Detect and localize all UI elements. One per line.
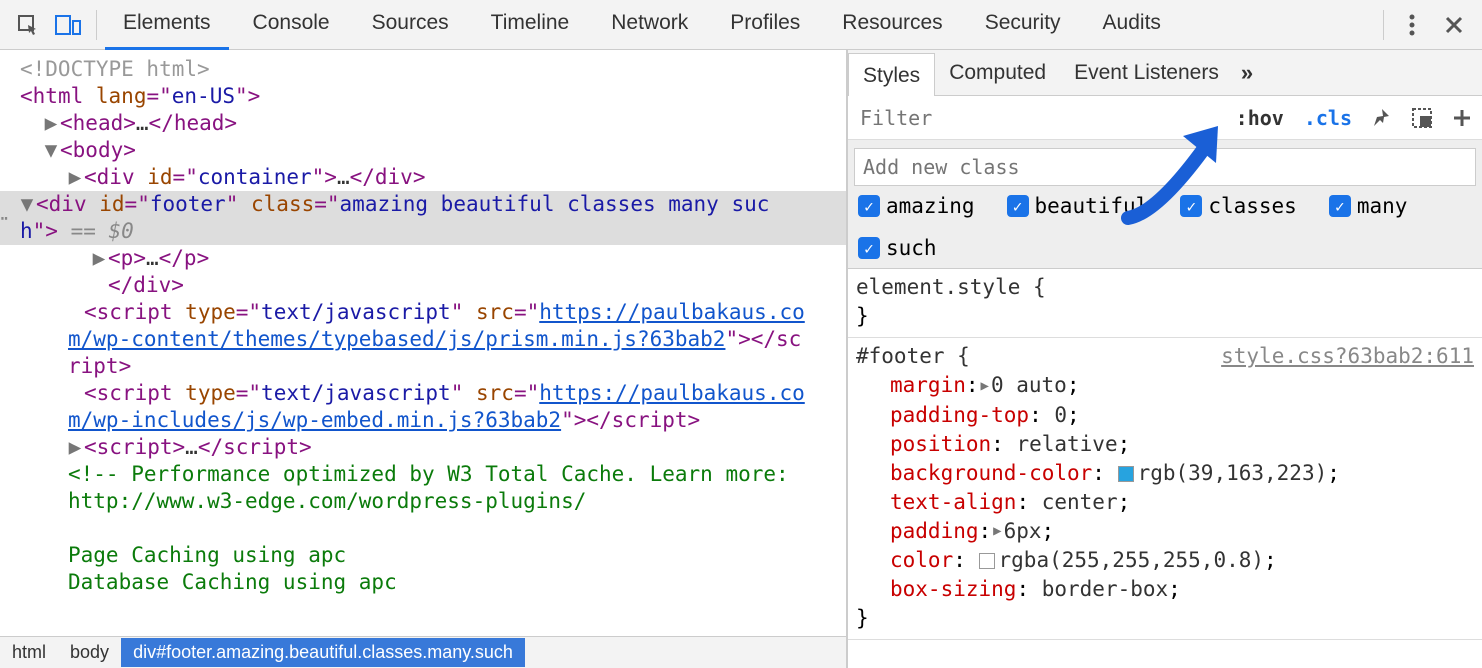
- prop-color[interactable]: color: rgba(255,255,255,0.8);: [890, 546, 1474, 575]
- script-node-1[interactable]: ▶<script type="text/javascript" src="htt…: [20, 299, 846, 380]
- prop-position[interactable]: position: relative;: [890, 430, 1474, 459]
- separator: [1383, 10, 1384, 40]
- prop-text-align[interactable]: text-align: center;: [890, 488, 1474, 517]
- crumb-html[interactable]: html: [0, 638, 58, 667]
- rule-source-link[interactable]: style.css?63bab2:611: [1221, 342, 1474, 371]
- class-toggle-classes[interactable]: ✓classes: [1180, 194, 1297, 218]
- class-toggle-many[interactable]: ✓many: [1329, 194, 1408, 218]
- add-class-input[interactable]: [854, 148, 1476, 186]
- breadcrumb: html body div#footer.amazing.beautiful.c…: [0, 636, 846, 668]
- checkbox-checked-icon[interactable]: ✓: [1180, 195, 1202, 217]
- subtab-styles[interactable]: Styles: [848, 53, 935, 98]
- sidebar-subtabs: Styles Computed Event Listeners »: [848, 50, 1482, 96]
- property-list: margin:▶0 auto; padding-top: 0; position…: [856, 371, 1474, 604]
- rule-element-style[interactable]: element.style { }: [848, 269, 1482, 338]
- cls-toggle[interactable]: .cls: [1294, 106, 1362, 130]
- tab-elements[interactable]: Elements: [105, 0, 229, 50]
- device-toggle-icon[interactable]: [48, 5, 88, 45]
- class-toggle-such[interactable]: ✓such: [858, 236, 937, 260]
- comment-node[interactable]: Database Caching using apc: [20, 569, 846, 596]
- expand-arrow-icon[interactable]: ▶: [68, 164, 82, 191]
- tab-network[interactable]: Network: [593, 0, 706, 50]
- checkbox-checked-icon[interactable]: ✓: [858, 237, 880, 259]
- script-node-2[interactable]: ▶<script type="text/javascript" src="htt…: [20, 380, 846, 434]
- elements-panel: <!DOCTYPE html> <html lang="en-US"> ▶<he…: [0, 50, 848, 668]
- class-toggle-amazing[interactable]: ✓amazing: [858, 194, 975, 218]
- prop-padding-top[interactable]: padding-top: 0;: [890, 401, 1474, 430]
- tab-resources[interactable]: Resources: [824, 0, 960, 50]
- tab-console[interactable]: Console: [235, 0, 348, 50]
- tab-timeline[interactable]: Timeline: [473, 0, 588, 50]
- tab-security[interactable]: Security: [967, 0, 1079, 50]
- dom-tree[interactable]: <!DOCTYPE html> <html lang="en-US"> ▶<he…: [0, 50, 846, 636]
- prop-margin[interactable]: margin:▶0 auto;: [890, 371, 1474, 401]
- body-open[interactable]: ▼<body>: [20, 137, 846, 164]
- color-swatch-icon[interactable]: [979, 553, 995, 569]
- crumb-footer[interactable]: div#footer.amazing.beautiful.classes.man…: [121, 638, 525, 667]
- checkbox-checked-icon[interactable]: ✓: [858, 195, 880, 217]
- panel-tabs: Elements Console Sources Timeline Networ…: [105, 0, 1375, 50]
- prop-box-sizing[interactable]: box-sizing: border-box;: [890, 575, 1474, 604]
- expand-arrow-icon[interactable]: ▶: [92, 245, 106, 272]
- pin-icon[interactable]: [1362, 98, 1402, 138]
- rule-footer[interactable]: #footer { style.css?63bab2:611 margin:▶0…: [848, 338, 1482, 640]
- crumb-body[interactable]: body: [58, 638, 121, 667]
- more-subtabs-icon[interactable]: »: [1233, 50, 1261, 96]
- prop-background-color[interactable]: background-color: rgb(39,163,223);: [890, 459, 1474, 488]
- subtab-computed[interactable]: Computed: [935, 51, 1060, 95]
- selected-indicator: == $0: [71, 219, 134, 243]
- dashed-box-icon[interactable]: [1402, 98, 1442, 138]
- color-swatch-icon[interactable]: [1118, 466, 1134, 482]
- new-rule-icon[interactable]: [1442, 98, 1482, 138]
- footer-close[interactable]: ▶</div>: [20, 272, 846, 299]
- checkbox-checked-icon[interactable]: ✓: [1329, 195, 1351, 217]
- tab-sources[interactable]: Sources: [354, 0, 467, 50]
- tab-audits[interactable]: Audits: [1085, 0, 1179, 50]
- class-toggle-list: ✓amazing ✓beautiful ✓classes ✓many ✓such: [854, 186, 1476, 260]
- kebab-menu-icon[interactable]: [1392, 5, 1432, 45]
- tab-profiles[interactable]: Profiles: [712, 0, 818, 50]
- class-toggle-beautiful[interactable]: ✓beautiful: [1007, 194, 1149, 218]
- html-open[interactable]: <html lang="en-US">: [20, 83, 846, 110]
- expand-arrow-icon[interactable]: ▶: [44, 110, 58, 137]
- head-node[interactable]: ▶<head>…</head>: [20, 110, 846, 137]
- styles-sidebar: Styles Computed Event Listeners » :hov .…: [848, 50, 1482, 668]
- checkbox-checked-icon[interactable]: ✓: [1007, 195, 1029, 217]
- style-rules: element.style { } #footer { style.css?63…: [848, 269, 1482, 668]
- comment-node[interactable]: Page Caching using apc: [20, 542, 846, 569]
- devtools-toolbar: Elements Console Sources Timeline Networ…: [0, 0, 1482, 50]
- script-node-3[interactable]: ▶<script>…</script>: [20, 434, 846, 461]
- inspect-icon[interactable]: [8, 5, 48, 45]
- hov-toggle[interactable]: :hov: [1226, 106, 1294, 130]
- comment-node[interactable]: <!-- Performance optimized by W3 Total C…: [20, 461, 846, 515]
- footer-node-selected[interactable]: ▼<div id="footer" class="amazing beautif…: [0, 191, 846, 245]
- styles-filter-bar: :hov .cls: [848, 96, 1482, 140]
- doctype-node[interactable]: <!DOCTYPE html>: [20, 56, 846, 83]
- expand-arrow-icon[interactable]: ▶: [68, 434, 82, 461]
- container-node[interactable]: ▶<div id="container">…</div>: [20, 164, 846, 191]
- filter-input[interactable]: [854, 102, 1226, 134]
- collapse-arrow-icon[interactable]: ▼: [20, 191, 34, 218]
- p-node[interactable]: ▶<p>…</p>: [20, 245, 846, 272]
- separator: [96, 10, 97, 40]
- close-icon[interactable]: [1434, 5, 1474, 45]
- prop-padding[interactable]: padding:▶6px;: [890, 517, 1474, 547]
- comment-node: [20, 515, 846, 542]
- subtab-event-listeners[interactable]: Event Listeners: [1060, 51, 1233, 95]
- collapse-arrow-icon[interactable]: ▼: [44, 137, 58, 164]
- cls-panel: ✓amazing ✓beautiful ✓classes ✓many ✓such: [848, 140, 1482, 269]
